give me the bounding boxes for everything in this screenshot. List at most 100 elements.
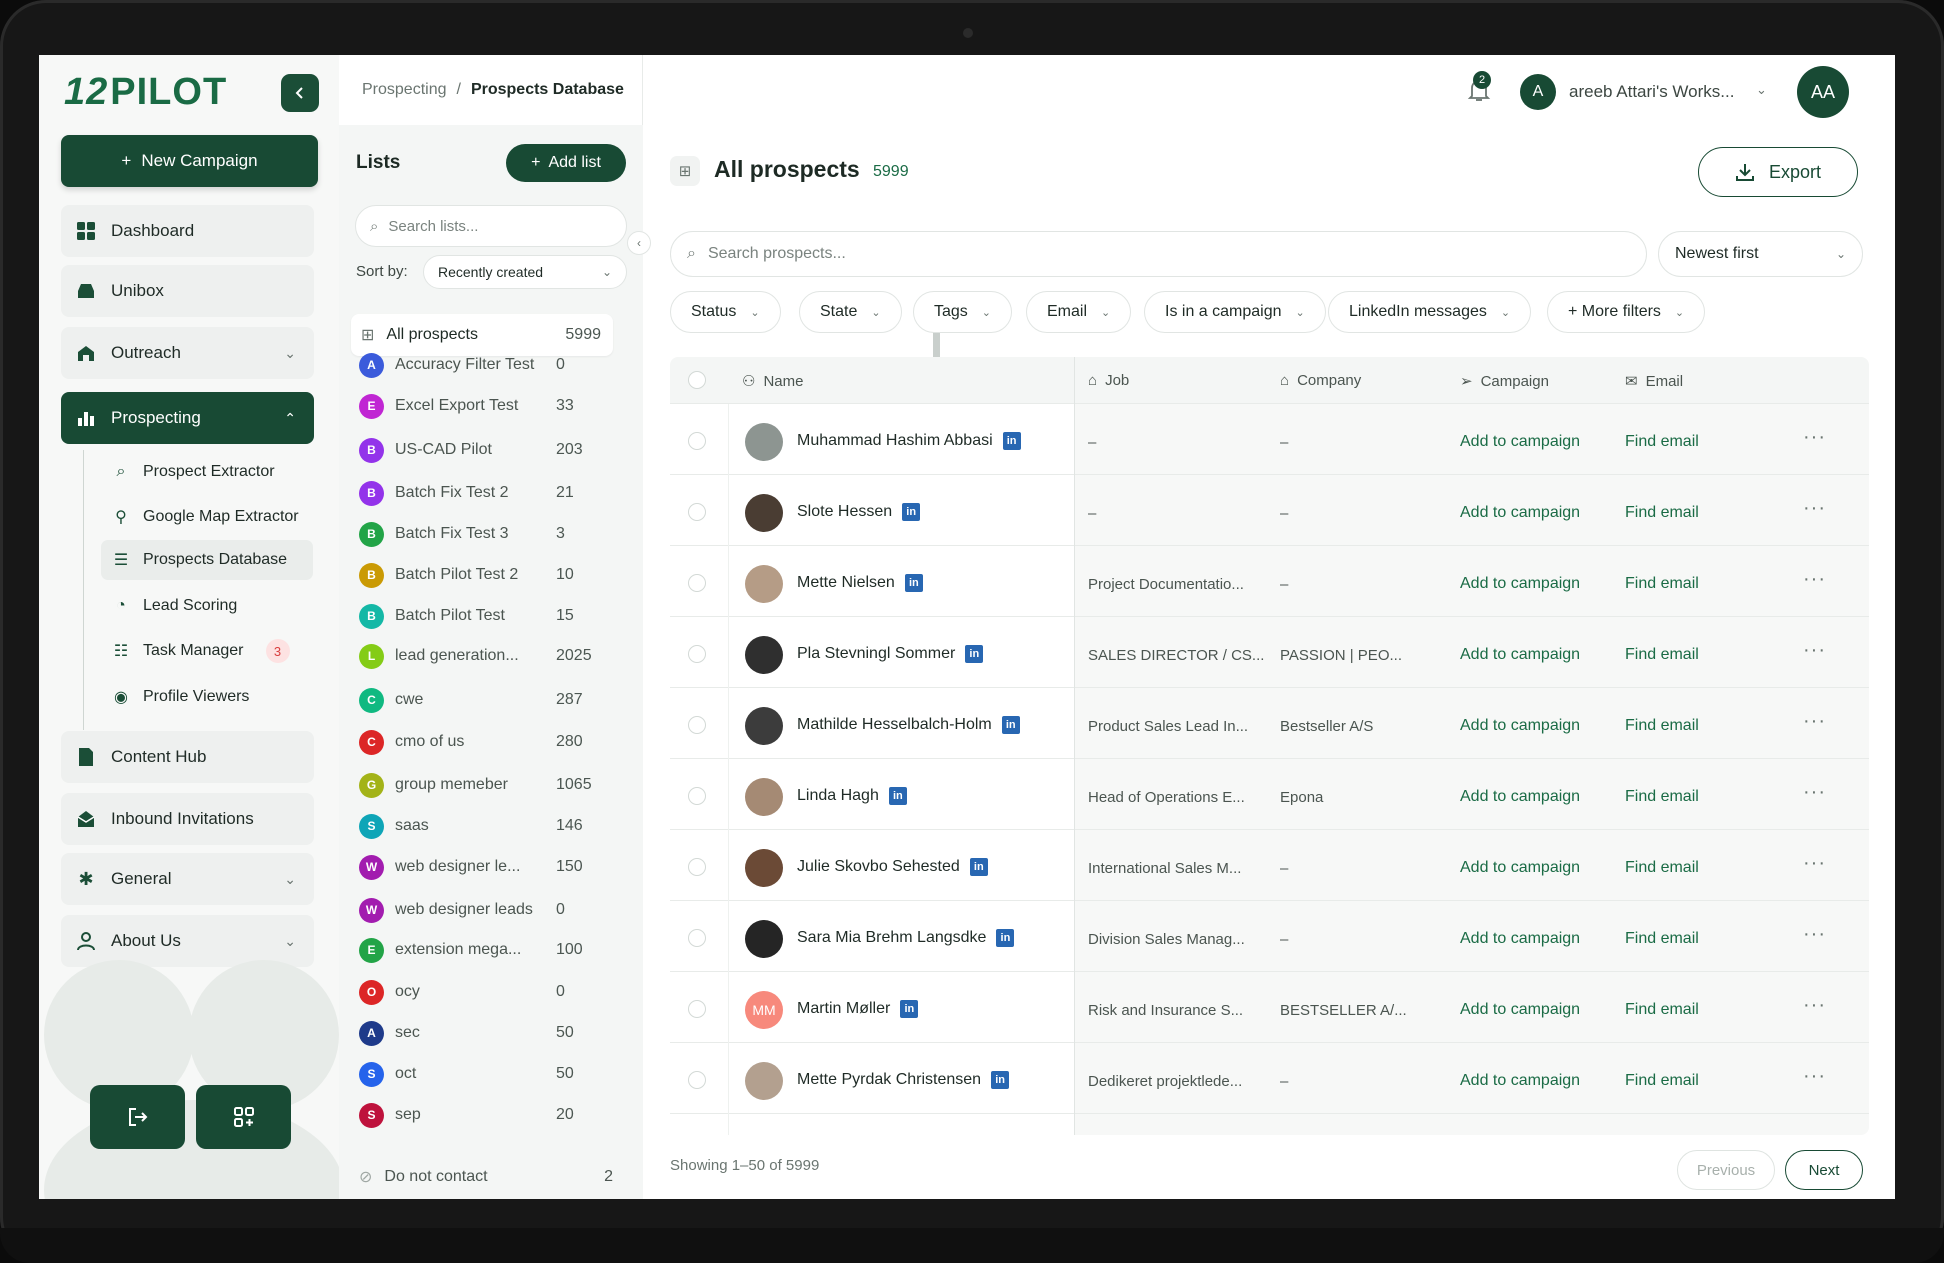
filter-state[interactable]: State ⌄ xyxy=(799,291,902,333)
prospect-name[interactable]: Linda Hagh in xyxy=(797,787,907,805)
find-email-link[interactable]: Find email xyxy=(1625,1001,1699,1019)
row-checkbox[interactable] xyxy=(688,503,706,521)
list-item[interactable]: Ssep 20 xyxy=(359,1098,613,1132)
linkedin-icon[interactable]: in xyxy=(902,503,921,521)
prospect-name[interactable]: Mathilde Hesselbalch-Holm in xyxy=(797,716,1020,734)
linkedin-icon[interactable]: in xyxy=(900,1000,919,1018)
more-options-icon[interactable]: ··· xyxy=(1803,568,1826,591)
collapse-lists-button[interactable]: ‹ xyxy=(627,231,651,255)
table-row[interactable]: Sara Mia Brehm Langsdke in Division Sales … xyxy=(670,901,1869,972)
column-name[interactable]: ⚇ Name xyxy=(742,372,803,391)
row-checkbox[interactable] xyxy=(688,787,706,805)
search-prospects-input[interactable]: ⌕ Search prospects... xyxy=(670,231,1647,277)
table-row[interactable]: Pla Stevningl Sommer in SALES DIRECTOR / C… xyxy=(670,617,1869,688)
more-options-icon[interactable]: ··· xyxy=(1803,497,1826,520)
more-options-icon[interactable]: ··· xyxy=(1803,994,1826,1017)
filter-status[interactable]: Status ⌄ xyxy=(670,291,781,333)
more-options-icon[interactable]: ··· xyxy=(1803,852,1826,875)
table-row[interactable]: Julie Skovbo Sehested in International Sal… xyxy=(670,830,1869,901)
row-checkbox[interactable] xyxy=(688,574,706,592)
list-item[interactable]: Wweb designer leads 0 xyxy=(359,893,613,927)
add-to-campaign-link[interactable]: Add to campaign xyxy=(1460,433,1580,451)
sort-lists-select[interactable]: Recently created ⌄ xyxy=(423,255,627,289)
more-options-icon[interactable]: ··· xyxy=(1803,781,1826,804)
breadcrumb-parent[interactable]: Prospecting xyxy=(362,81,447,99)
add-to-campaign-link[interactable]: Add to campaign xyxy=(1460,930,1580,948)
column-job[interactable]: ⌂ Job xyxy=(1088,372,1129,389)
add-to-campaign-link[interactable]: Add to campaign xyxy=(1460,575,1580,593)
nav-outreach[interactable]: Outreach ⌄ xyxy=(61,327,314,379)
table-row[interactable]: Mette Nielsen in Project Documentatio... – A… xyxy=(670,546,1869,617)
linkedin-icon[interactable]: in xyxy=(969,858,988,876)
list-item[interactable]: Asec 50 xyxy=(359,1016,613,1050)
find-email-link[interactable]: Find email xyxy=(1625,646,1699,664)
nav-content-hub[interactable]: Content Hub xyxy=(61,731,314,783)
list-item[interactable]: B Batch Pilot Test 2 10 xyxy=(359,558,613,592)
sort-prospects-select[interactable]: Newest first ⌄ xyxy=(1658,231,1863,277)
column-email[interactable]: ✉ Email xyxy=(1625,372,1683,391)
table-row[interactable]: Linda Hagh in Head of Operations E... Epona… xyxy=(670,759,1869,830)
find-email-link[interactable]: Find email xyxy=(1625,433,1699,451)
previous-page-button[interactable]: Previous xyxy=(1677,1150,1775,1190)
list-item[interactable]: A Accuracy Filter Test 0 xyxy=(359,348,613,382)
filter-more-filters[interactable]: + More filters ⌄ xyxy=(1547,291,1706,333)
apps-button[interactable] xyxy=(196,1085,291,1149)
prospect-name[interactable]: Muhammad Hashim Abbasi in xyxy=(797,432,1021,450)
linkedin-icon[interactable]: in xyxy=(1002,432,1021,450)
filter-tags[interactable]: Tags ⌄ xyxy=(913,291,1013,333)
row-checkbox[interactable] xyxy=(688,929,706,947)
find-email-link[interactable]: Find email xyxy=(1625,788,1699,806)
list-item[interactable]: B Batch Pilot Test 15 xyxy=(359,599,613,633)
nav-general[interactable]: ✱ General ⌄ xyxy=(61,853,314,905)
sub-task-manager[interactable]: ☷ Task Manager 3 xyxy=(101,631,290,671)
sub-prospects-database[interactable]: ☰ Prospects Database xyxy=(101,540,313,580)
list-item[interactable]: B Batch Fix Test 2 21 xyxy=(359,476,613,510)
list-item[interactable]: Llead generation... 2025 xyxy=(359,639,613,673)
user-avatar[interactable]: AA xyxy=(1797,66,1849,118)
sub-prospect-extractor[interactable]: ⌕ Prospect Extractor xyxy=(101,452,275,492)
add-to-campaign-link[interactable]: Add to campaign xyxy=(1460,788,1580,806)
find-email-link[interactable]: Find email xyxy=(1625,575,1699,593)
add-to-campaign-link[interactable]: Add to campaign xyxy=(1460,859,1580,877)
export-button[interactable]: Export xyxy=(1698,147,1858,197)
prospect-name[interactable]: Martin Møller in xyxy=(797,1000,919,1018)
sub-lead-scoring[interactable]: ◔ Lead Scoring xyxy=(101,586,237,626)
add-to-campaign-link[interactable]: Add to campaign xyxy=(1460,1001,1580,1019)
add-to-campaign-link[interactable]: Add to campaign xyxy=(1460,504,1580,522)
list-item[interactable]: Ccmo of us 280 xyxy=(359,725,613,759)
find-email-link[interactable]: Find email xyxy=(1625,717,1699,735)
list-item-do-not-contact[interactable]: ⊘ Do not contact 2 xyxy=(359,1165,613,1189)
sub-google-map-extractor[interactable]: ⚲ Google Map Extractor xyxy=(101,497,298,537)
table-row[interactable]: Mette Pyrdak Christensen in Dedikeret proj… xyxy=(670,1043,1869,1114)
collapse-sidebar-button[interactable] xyxy=(281,74,319,112)
linkedin-icon[interactable]: in xyxy=(1001,716,1020,734)
sub-profile-viewers[interactable]: ◉ Profile Viewers xyxy=(101,677,249,717)
find-email-link[interactable]: Find email xyxy=(1625,1072,1699,1090)
add-to-campaign-link[interactable]: Add to campaign xyxy=(1460,1072,1580,1090)
row-checkbox[interactable] xyxy=(688,716,706,734)
table-row[interactable]: Mathilde Hesselbalch-Holm in Product Sales… xyxy=(670,688,1869,759)
filter-is-in-a-campaign[interactable]: Is in a campaign ⌄ xyxy=(1144,291,1326,333)
nav-inbound-invitations[interactable]: Inbound Invitations xyxy=(61,793,314,845)
linkedin-icon[interactable]: in xyxy=(991,1071,1010,1089)
prospect-name[interactable]: Slote Hessen in xyxy=(797,503,921,521)
more-options-icon[interactable]: ··· xyxy=(1803,710,1826,733)
list-item[interactable]: Wweb designer le... 150 xyxy=(359,850,613,884)
logout-button[interactable] xyxy=(90,1085,185,1149)
list-item[interactable]: Ggroup memeber 1065 xyxy=(359,768,613,802)
row-checkbox[interactable] xyxy=(688,432,706,450)
linkedin-icon[interactable]: in xyxy=(965,645,984,663)
find-email-link[interactable]: Find email xyxy=(1625,504,1699,522)
nav-prospecting[interactable]: Prospecting ⌃ xyxy=(61,392,314,444)
list-item[interactable]: Eextension mega... 100 xyxy=(359,933,613,967)
prospect-name[interactable]: Pla Stevningl Sommer in xyxy=(797,645,984,663)
row-checkbox[interactable] xyxy=(688,645,706,663)
add-to-campaign-link[interactable]: Add to campaign xyxy=(1460,717,1580,735)
more-options-icon[interactable]: ··· xyxy=(1803,426,1826,449)
filter-linkedin-messages[interactable]: LinkedIn messages ⌄ xyxy=(1328,291,1532,333)
row-checkbox[interactable] xyxy=(688,858,706,876)
search-lists-input[interactable]: ⌕ Search lists... xyxy=(355,205,627,247)
workspace-name[interactable]: areeb Attari's Works... xyxy=(1569,82,1734,102)
nav-dashboard[interactable]: Dashboard xyxy=(61,205,314,257)
row-checkbox[interactable] xyxy=(688,1000,706,1018)
